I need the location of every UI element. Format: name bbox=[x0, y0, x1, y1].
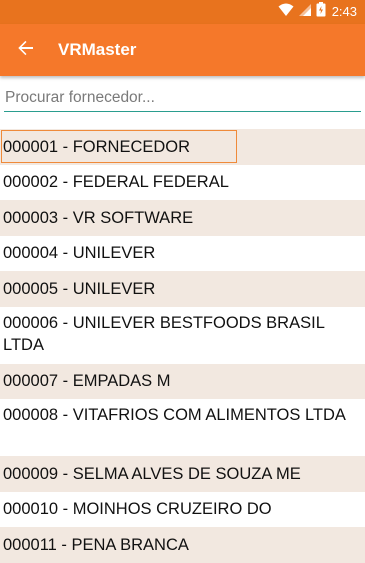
list-item-label: 000005 - UNILEVER bbox=[3, 279, 156, 298]
list-item-label: 000006 - UNILEVER BESTFOODS BRASIL LTDA bbox=[3, 313, 325, 354]
list-item-label: 000007 - EMPADAS M bbox=[3, 372, 171, 391]
list-item[interactable]: 000007 - EMPADAS M bbox=[0, 363, 365, 399]
app-bar: VRMaster bbox=[0, 24, 365, 76]
list-item[interactable]: 000002 - FEDERAL FEDERAL bbox=[0, 164, 365, 200]
list-item-label: 000003 - VR SOFTWARE bbox=[3, 208, 194, 227]
list-item[interactable]: 000005 - UNILEVER bbox=[0, 271, 365, 307]
wifi-icon bbox=[278, 3, 294, 22]
list-item-label: 000001 - FORNECEDOR bbox=[3, 137, 191, 156]
app-title: VRMaster bbox=[58, 40, 137, 59]
list-item-label: 000004 - UNILEVER bbox=[3, 244, 156, 263]
list-item-label: 000010 - MOINHOS CRUZEIRO DO bbox=[3, 500, 272, 519]
battery-icon bbox=[316, 2, 326, 22]
list-item[interactable]: 000010 - MOINHOS CRUZEIRO DO bbox=[0, 491, 365, 527]
supplier-list: 000001 - FORNECEDOR 000002 - FEDERAL FED… bbox=[0, 129, 365, 563]
list-item[interactable]: 000009 - SELMA ALVES DE SOUZA ME bbox=[0, 456, 365, 492]
list-item-label: 000011 - PENA BRANCA bbox=[3, 535, 189, 554]
arrow-back-icon bbox=[17, 39, 35, 62]
list-item[interactable]: 000006 - UNILEVER BESTFOODS BRASIL LTDA bbox=[0, 306, 365, 364]
list-item-label: 000002 - FEDERAL FEDERAL bbox=[3, 173, 229, 192]
list-item[interactable]: 000008 - VITAFRIOS COM ALIMENTOS LTDA bbox=[0, 399, 365, 456]
status-icons: 2:43 bbox=[278, 2, 357, 22]
list-item[interactable]: 000004 - UNILEVER bbox=[0, 235, 365, 271]
back-button[interactable] bbox=[12, 36, 40, 64]
status-bar: 2:43 bbox=[0, 0, 365, 24]
signal-icon bbox=[298, 3, 312, 22]
search-field-container bbox=[4, 84, 361, 114]
list-item[interactable]: 000003 - VR SOFTWARE bbox=[0, 200, 365, 236]
list-item[interactable]: 000001 - FORNECEDOR bbox=[0, 129, 365, 165]
list-item[interactable]: 000011 - PENA BRANCA bbox=[0, 527, 365, 563]
list-item-label: 000009 - SELMA ALVES DE SOUZA ME bbox=[3, 464, 301, 483]
search-input[interactable] bbox=[4, 84, 361, 112]
status-time: 2:43 bbox=[331, 4, 357, 19]
list-item-label: 000008 - VITAFRIOS COM ALIMENTOS LTDA bbox=[3, 406, 346, 424]
